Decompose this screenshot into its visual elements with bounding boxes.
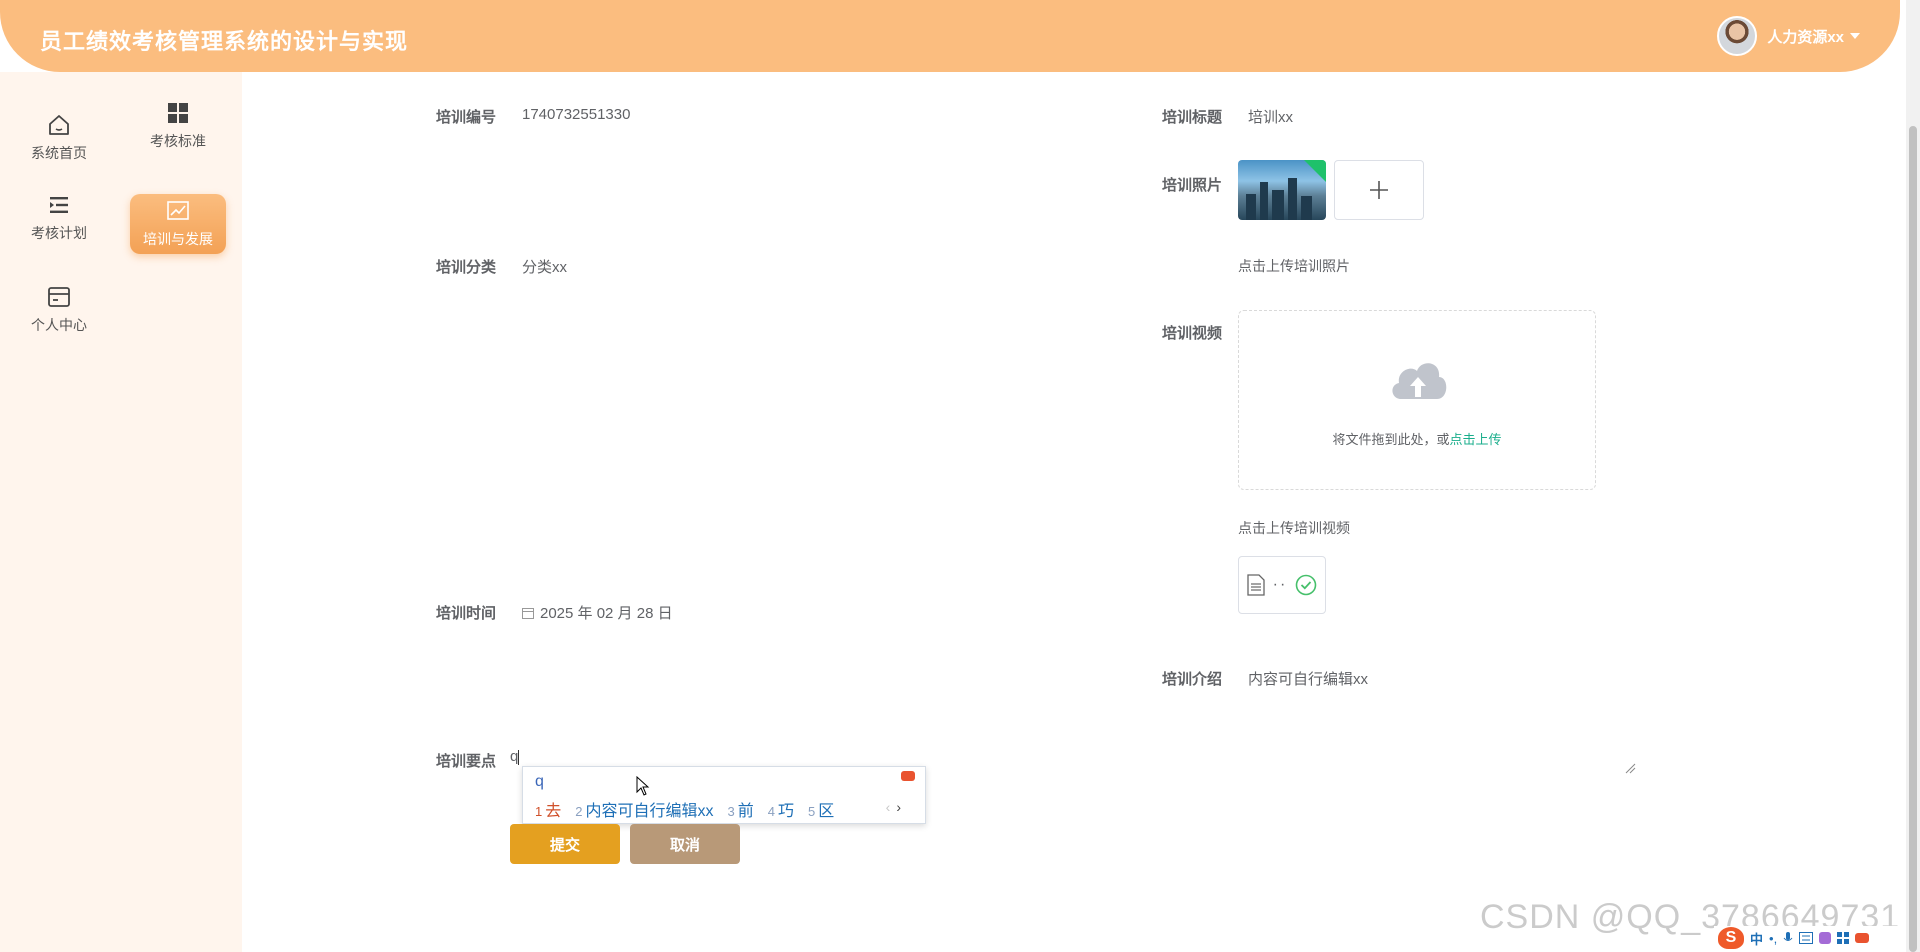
sidebar: 系统首页 考核标准 考核计划 培训与发展 个人中心 [0,72,242,952]
page-scrollbar[interactable] [1906,0,1920,952]
user-name[interactable]: 人力资源xx [1767,26,1844,47]
ime-candidate[interactable]: 5区 [808,797,834,821]
submit-button[interactable]: 提交 [510,824,620,864]
ime-candidate[interactable]: 2 内容可自行编辑xx [575,797,713,821]
training-time-value: 2025 年 02 月 28 日 [540,605,673,622]
training-intro-label: 培训介绍 [1162,671,1223,688]
ime-candidate[interactable]: 4巧 [768,797,794,821]
sidebar-item-label: 个人中心 [31,317,87,333]
check-circle-icon [1296,574,1317,596]
resize-grip-icon[interactable] [1624,762,1636,774]
app-title: 员工绩效考核管理系统的设计与实现 [40,29,409,54]
sogou-logo-icon[interactable]: S [1718,927,1744,949]
plus-icon [1370,181,1388,199]
toolbox-grid-icon[interactable] [1837,932,1850,944]
list-indent-icon [50,197,68,213]
sidebar-item-label: 培训与发展 [143,231,213,247]
training-title-value: 培训xx [1248,109,1294,126]
document-icon [1247,574,1265,596]
training-title-label: 培训标题 [1162,109,1223,126]
grid-icon [168,103,188,123]
video-upload-tip: 点击上传培训视频 [1238,520,1350,536]
microphone-icon[interactable] [1783,931,1793,945]
sidebar-item-training[interactable]: 培训与发展 [130,194,226,254]
calendar-icon [522,607,534,619]
uploaded-file-item[interactable]: ·· [1238,556,1326,614]
ime-prev-icon[interactable]: ‹ [886,799,891,815]
cancel-button[interactable]: 取消 [630,824,740,864]
sidebar-item-plans[interactable]: 考核计划 [11,188,107,248]
training-category-label: 培训分类 [436,259,497,276]
skin-icon[interactable] [1819,932,1832,944]
sidebar-item-home[interactable]: 系统首页 [11,108,107,168]
sidebar-item-label: 考核计划 [31,225,87,241]
scrollbar-thumb[interactable] [1909,126,1917,952]
file-name-dots: ·· [1272,576,1288,593]
training-photo-thumbnail[interactable] [1238,160,1326,220]
top-header: 员工绩效考核管理系统的设计与实现 人力资源xx [0,0,1900,72]
ime-candidate-list: 1去 2 内容可自行编辑xx 3前 4巧 5区 [535,797,834,821]
training-intro-textarea[interactable]: 内容可自行编辑xx [1236,656,1636,776]
ime-next-icon[interactable]: › [896,799,901,815]
ime-candidate-popup: q 1去 2 内容可自行编辑xx 3前 4巧 5区 ‹ › [522,766,926,824]
photo-upload-tip: 点击上传培训照片 [1238,258,1350,274]
cloud-upload-icon [1392,363,1447,399]
system-ime-toolbar[interactable]: S 中 •, [1714,926,1906,950]
user-menu[interactable]: 人力资源xx [1717,16,1860,56]
training-time-field[interactable]: 2025 年 02 月 28 日 [522,602,673,623]
training-no-value: 1740732551330 [522,106,631,123]
training-video-label: 培训视频 [1162,325,1223,342]
sidebar-item-label: 考核标准 [150,133,206,149]
sidebar-item-label: 系统首页 [31,145,87,161]
video-dropzone[interactable]: 将文件拖到此处，或点击上传 [1238,310,1596,490]
training-points-label: 培训要点 [436,753,497,770]
training-time-label: 培训时间 [436,605,497,622]
click-upload-link[interactable]: 点击上传 [1450,432,1502,447]
card-icon [48,287,70,307]
sidebar-item-standards[interactable]: 考核标准 [130,96,226,156]
punctuation-icon[interactable]: •, [1769,931,1777,946]
sidebar-item-profile[interactable]: 个人中心 [11,280,107,340]
ime-extra-logo-icon[interactable] [1855,933,1870,943]
text-caret [518,749,520,765]
ime-candidate[interactable]: 3前 [728,797,754,821]
dropzone-text: 将文件拖到此处，或 [1332,432,1450,447]
chevron-down-icon[interactable] [1850,33,1860,39]
training-no-label: 培训编号 [436,109,497,126]
avatar[interactable] [1717,16,1758,56]
training-photo-label: 培训照片 [1162,177,1223,194]
ime-mode-indicator[interactable]: 中 [1750,929,1763,948]
trend-chart-icon [167,201,189,220]
training-category-value: 分类xx [522,259,568,276]
ime-logo-icon [901,771,915,781]
keyboard-icon[interactable] [1799,932,1814,944]
add-photo-button[interactable] [1334,160,1424,220]
home-icon [49,115,69,135]
ime-candidate[interactable]: 1去 [535,797,561,821]
mouse-cursor-icon [636,776,650,796]
ime-composition: q [535,773,544,790]
